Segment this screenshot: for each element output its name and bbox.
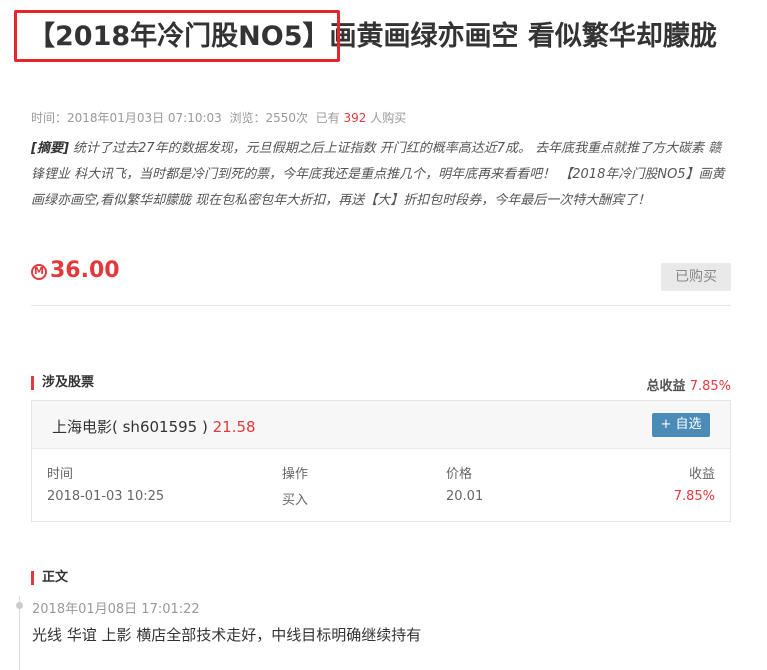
stock-card: 上海电影( sh601595 ) 21.58 + 自选 时间 操作 价格 收益 … (31, 400, 731, 522)
timeline-dot-icon (16, 602, 23, 609)
row-time: 2018-01-03 10:25 (47, 489, 165, 504)
row-gain: 7.85% (673, 489, 715, 504)
stocks-section-title: 涉及股票 (31, 376, 94, 390)
body-section-title: 正文 (31, 571, 68, 585)
bought-button[interactable]: 已购买 (661, 263, 731, 291)
meta-time: 2018年01月03日 07:10:03 (67, 111, 222, 125)
total-gain-value: 7.85% (689, 379, 731, 394)
article-title: 【2018年冷门股NO5】画黄画绿亦画空 看似繁华却朦胧 (28, 21, 717, 52)
stock-price: 21.58 (212, 418, 256, 436)
summary-text: 统计了过去27年的数据发现，元旦假期之后上证指数 开门红的概率高达近7成。 去年… (31, 141, 725, 208)
meta-time-label: 时间： (31, 111, 68, 125)
summary-tag: [摘要] (31, 141, 69, 156)
col-gain: 收益 (688, 467, 715, 482)
price-value: 36.00 (50, 258, 120, 283)
coin-icon: M (31, 264, 47, 280)
total-gain: 总收益 7.85% (647, 375, 731, 394)
price-row: M 36.00 已购买 (31, 258, 731, 306)
post-text: 光线 华谊 上影 横店全部技术走好，中线目标明确继续持有 (32, 626, 422, 644)
col-action: 操作 (282, 467, 309, 482)
stock-name[interactable]: 上海电影( sh601595 ) 21.58 (52, 416, 256, 437)
row-action: 买入 (282, 493, 309, 508)
stock-name-text: 上海电影( sh601595 ) (52, 418, 208, 436)
col-time: 时间 (47, 467, 74, 482)
meta-bought-count: 392 (343, 111, 367, 125)
meta-views-label: 浏览： (229, 111, 266, 125)
article-price: M 36.00 (31, 258, 120, 283)
meta-views: 2550次 (265, 111, 309, 125)
meta-bought-suffix: 人购买 (370, 111, 407, 125)
col-price: 价格 (446, 467, 473, 482)
post-time: 2018年01月08日 17:01:22 (32, 602, 200, 617)
row-price: 20.01 (446, 489, 484, 504)
stock-card-header: 上海电影( sh601595 ) 21.58 + 自选 (32, 401, 730, 449)
article-summary: [摘要] 统计了过去27年的数据发现，元旦假期之后上证指数 开门红的概率高达近7… (31, 136, 731, 214)
total-gain-label: 总收益 (646, 379, 686, 394)
article-meta: 时间：2018年01月03日 07:10:03 浏览：2550次 已有 392 … (31, 109, 406, 126)
meta-bought-prefix: 已有 (315, 111, 340, 125)
add-watchlist-button[interactable]: + 自选 (652, 413, 710, 437)
